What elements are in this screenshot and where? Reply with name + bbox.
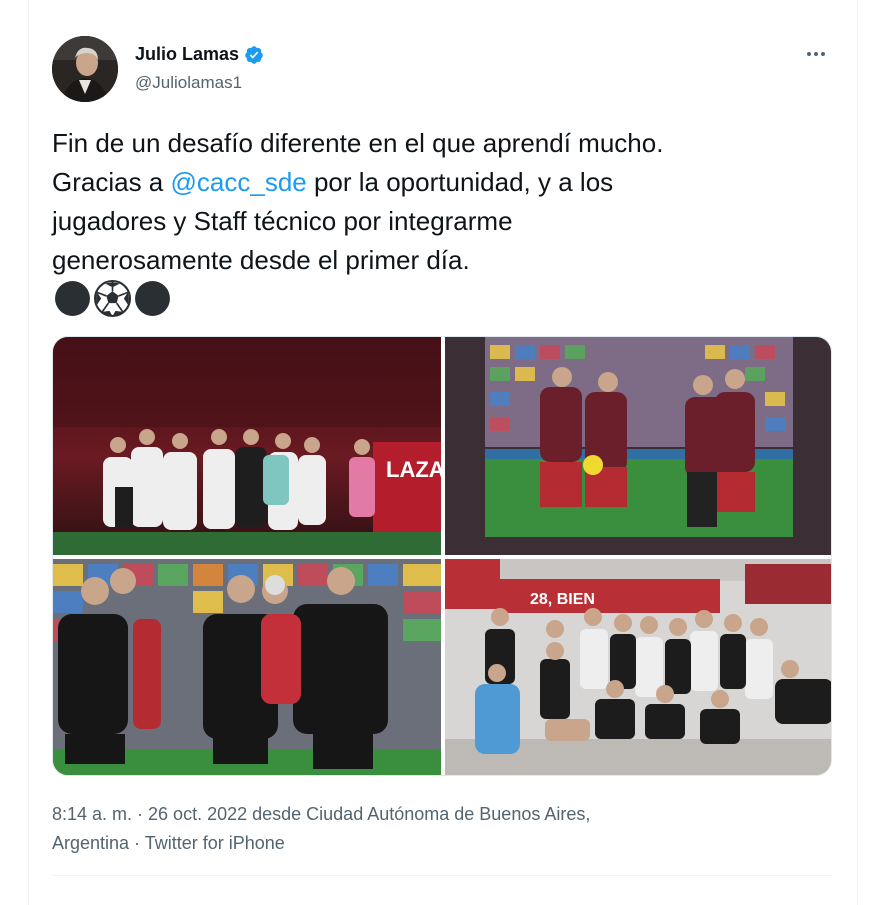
more-options-icon[interactable] [801, 44, 831, 64]
avatar-photo [52, 36, 118, 102]
photo-team-huddle[interactable]: LAZA [53, 337, 441, 555]
black-circle-icon [135, 281, 170, 316]
tweet-line-3: jugadores y Staff técnico por integrarme [52, 206, 513, 236]
verified-badge-icon [245, 45, 263, 64]
timestamp-location[interactable]: 8:14 a. m. · 26 oct. 2022 desde Ciudad A… [52, 800, 832, 829]
author-name[interactable]: Julio Lamas [135, 44, 239, 65]
soccer-ball-icon [94, 280, 131, 317]
avatar[interactable] [52, 36, 118, 102]
stadium-banner-text: LAZA [386, 457, 441, 482]
locker-banner-text: 28, BIEN [530, 591, 595, 608]
locker-room-image: 28, BIEN [445, 559, 831, 775]
tweet-text-segment: por la oportunidad, y a los [306, 167, 614, 197]
location-source[interactable]: Argentina · Twitter for iPhone [52, 829, 832, 858]
photo-coaches-on-pitch[interactable] [445, 337, 831, 555]
black-circle-icon [55, 281, 90, 316]
photo-locker-room-celebration[interactable]: 28, BIEN [445, 559, 831, 775]
author-name-row[interactable]: Julio Lamas [135, 44, 264, 65]
coaches-on-pitch-image [445, 337, 831, 555]
staff-meeting-image [53, 559, 441, 775]
tweet-line-4: generosamente desde el primer día. [52, 245, 470, 275]
tweet-metadata: 8:14 a. m. · 26 oct. 2022 desde Ciudad A… [52, 800, 832, 858]
team-huddle-image: LAZA [53, 337, 441, 555]
photo-staff-meeting[interactable] [53, 559, 441, 775]
tweet-text-segment: Gracias a [52, 167, 171, 197]
emoji-row [54, 280, 171, 317]
divider [52, 875, 832, 876]
tweet-card: Julio Lamas @Juliolamas1 Fin de un desaf… [28, 0, 858, 905]
tweet-line-2: Gracias a @cacc_sde por la oportunidad, … [52, 163, 832, 202]
mention-link[interactable]: @cacc_sde [171, 167, 307, 197]
author-handle[interactable]: @Juliolamas1 [135, 73, 242, 93]
media-grid: LAZA 28, BIEN [52, 336, 832, 776]
tweet-line-1: Fin de un desafío diferente en el que ap… [52, 128, 664, 158]
tweet-text: Fin de un desafío diferente en el que ap… [52, 124, 832, 280]
